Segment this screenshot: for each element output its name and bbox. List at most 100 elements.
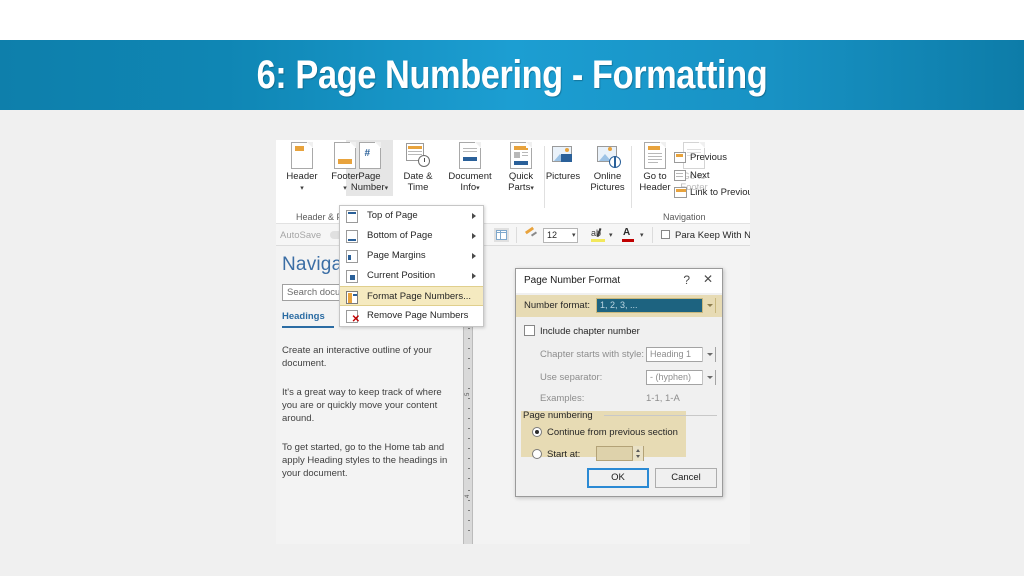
page-numbering-group-title: Page numbering — [523, 410, 593, 421]
font-size-dropdown-caret[interactable]: ▾ — [572, 231, 576, 239]
menu-item-label: Top of Page — [367, 210, 418, 221]
start-at-radio[interactable] — [532, 449, 542, 459]
page-number-format-dialog: Page Number Format ? ✕ Number format: 1,… — [515, 268, 723, 497]
word-screenshot: Header ▾ Footer ▾ # Page Number▾ Date & … — [276, 140, 750, 544]
next-icon — [674, 170, 686, 181]
stepper-arrows-icon[interactable] — [632, 446, 643, 461]
page-margins-icon — [346, 250, 358, 263]
header-button[interactable]: Header ▾ — [280, 142, 324, 194]
group-label-navigation: Navigation — [663, 212, 706, 222]
ok-button[interactable]: OK — [587, 468, 649, 488]
use-separator-value: - (hyphen) — [650, 372, 692, 382]
chevron-down-icon[interactable]: ▾ — [476, 185, 480, 192]
use-separator-select[interactable]: - (hyphen) — [646, 370, 716, 385]
group-divider — [631, 146, 632, 208]
nav-paragraph-2: It's a great way to keep track of where … — [282, 387, 442, 424]
dialog-title-bar[interactable]: Page Number Format ? ✕ — [516, 269, 722, 293]
link-to-previous-button[interactable]: Link to Previous — [690, 187, 750, 198]
pictures-icon — [551, 142, 575, 169]
examples-label: Examples: — [540, 393, 585, 404]
go-to-header-button[interactable]: Go to Header — [634, 142, 676, 193]
top-of-page-icon — [346, 210, 358, 223]
menu-item-page-margins[interactable]: Page Margins — [340, 246, 483, 266]
tab-selected-underline — [282, 326, 334, 328]
table-grid-icon[interactable] — [494, 228, 509, 242]
menu-item-label: Current Position — [367, 270, 436, 281]
date-time-label-1: Date & — [403, 171, 433, 182]
nav-paragraph-1: Create an interactive outline of your do… — [282, 345, 432, 369]
toolbar-divider — [516, 227, 517, 243]
pictures-label: Pictures — [545, 171, 581, 182]
font-color-dropdown-caret[interactable]: ▾ — [640, 231, 644, 239]
slide-top-margin — [0, 0, 1024, 40]
chevron-down-icon[interactable]: ▾ — [300, 185, 304, 192]
calendar-clock-icon — [406, 142, 430, 169]
page-title: 6: Page Numbering - Formatting — [256, 52, 768, 97]
date-time-label-2: Time — [407, 182, 429, 193]
page-number-dropdown-menu[interactable]: Top of Page Bottom of Page Page Margins — [339, 205, 484, 327]
remove-page-numbers-icon: ✕ — [346, 310, 360, 325]
go-to-footer-button: Go to Footer — [676, 142, 712, 193]
include-chapter-number-checkbox[interactable] — [524, 325, 535, 336]
examples-value: 1-1, 1-A — [646, 393, 680, 404]
start-at-stepper[interactable] — [596, 446, 644, 461]
continue-from-previous-radio[interactable] — [532, 427, 542, 437]
chevron-right-icon — [472, 273, 476, 279]
document-info-label-2: Info — [460, 182, 477, 193]
menu-item-remove-page-numbers[interactable]: ✕ Remove Page Numbers — [340, 306, 483, 326]
document-info-button[interactable]: Document Info▾ — [442, 142, 498, 194]
chevron-right-icon — [472, 253, 476, 259]
page-number-button-label-1: Page — [358, 171, 381, 182]
previous-icon — [674, 152, 686, 163]
menu-item-top-of-page[interactable]: Top of Page — [340, 206, 483, 226]
document-info-label-1: Document — [448, 171, 492, 182]
slide: 6: Page Numbering - Formatting Header ▾ … — [0, 0, 1024, 576]
menu-item-label: Page Margins — [367, 250, 426, 261]
menu-item-label: Bottom of Page — [367, 230, 433, 241]
para-keep-with-next-checkbox[interactable] — [661, 230, 670, 239]
chevron-down-icon[interactable]: ▾ — [385, 185, 389, 192]
chevron-right-icon — [472, 213, 476, 219]
quick-parts-button[interactable]: Quick Parts▾ — [500, 142, 542, 194]
number-format-value: 1, 2, 3, ... — [600, 300, 638, 310]
group-divider — [544, 146, 545, 208]
page-number-button-label-2: Number — [350, 182, 385, 193]
page-number-button[interactable]: # Page Number▾ — [347, 142, 392, 194]
menu-item-label: Format Page Numbers... — [367, 291, 472, 302]
next-button[interactable]: Next — [690, 170, 710, 181]
continue-from-previous-label: Continue from previous section — [547, 427, 678, 438]
highlight-dropdown-caret[interactable]: ▾ — [609, 231, 613, 239]
cancel-button[interactable]: Cancel — [655, 468, 717, 488]
dialog-title: Page Number Format — [524, 275, 621, 286]
date-time-button[interactable]: Date & Time — [394, 142, 442, 193]
chevron-down-icon[interactable]: ▾ — [530, 185, 534, 192]
chevron-down-icon[interactable] — [702, 370, 715, 385]
number-format-select[interactable]: 1, 2, 3, ... — [596, 298, 716, 313]
close-icon[interactable]: ✕ — [703, 273, 713, 285]
pictures-button[interactable]: Pictures — [542, 142, 584, 182]
use-separator-label: Use separator: — [540, 372, 603, 383]
document-info-icon — [459, 142, 481, 169]
help-icon[interactable]: ? — [683, 273, 690, 287]
tab-headings[interactable]: Headings — [282, 311, 325, 322]
previous-button[interactable]: Previous — [690, 152, 727, 163]
menu-item-current-position[interactable]: Current Position — [340, 266, 483, 286]
chapter-style-value: Heading 1 — [650, 349, 692, 359]
format-page-numbers-icon — [346, 291, 358, 304]
menu-item-format-page-numbers[interactable]: Format Page Numbers... — [340, 286, 483, 306]
chevron-down-icon[interactable] — [702, 298, 715, 313]
start-at-label: Start at: — [547, 449, 581, 460]
page-number-icon: # — [358, 142, 381, 169]
online-pictures-button[interactable]: Online Pictures — [584, 142, 631, 193]
group-label-header-footer: Header & F — [296, 212, 343, 222]
quick-parts-label-1: Quick — [508, 171, 534, 182]
go-to-header-label-2: Header — [639, 182, 671, 193]
chevron-down-icon[interactable] — [702, 347, 715, 362]
menu-item-bottom-of-page[interactable]: Bottom of Page — [340, 226, 483, 246]
autosave-label[interactable]: AutoSave — [280, 230, 321, 241]
menu-item-label: Remove Page Numbers — [367, 310, 469, 321]
header-button-label: Header — [286, 171, 318, 182]
online-pictures-label-1: Online — [593, 171, 622, 182]
chapter-style-select[interactable]: Heading 1 — [646, 347, 716, 362]
online-pictures-icon — [596, 142, 621, 169]
